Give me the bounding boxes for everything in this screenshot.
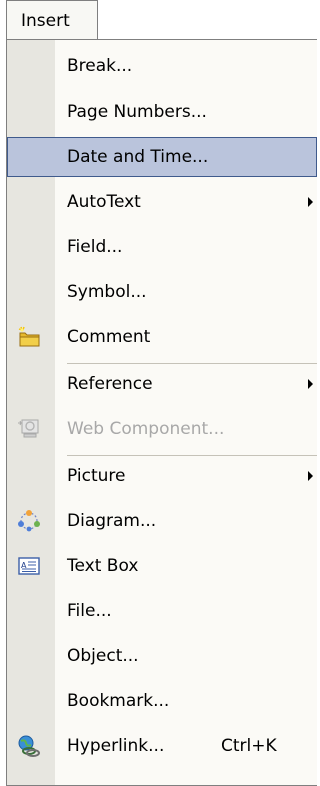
menu-item-text-box[interactable]: A Text Box	[7, 546, 317, 586]
hyperlink-icon	[17, 734, 41, 758]
menu-item-label: Break...	[67, 56, 133, 76]
menu-item-shortcut: Ctrl+K	[221, 736, 277, 756]
menu-tab-insert[interactable]: Insert	[6, 0, 98, 40]
menu-item-label: Symbol...	[67, 282, 147, 302]
menu-item-hyperlink[interactable]: Hyperlink... Ctrl+K	[7, 726, 317, 766]
web-component-icon	[17, 417, 41, 441]
menu-item-break[interactable]: Break...	[7, 46, 317, 86]
menu-item-label: Diagram...	[67, 511, 157, 531]
menu-item-page-numbers[interactable]: Page Numbers...	[7, 92, 317, 132]
menu-item-field[interactable]: Field...	[7, 227, 317, 267]
menu-item-label: Text Box	[67, 556, 139, 576]
menu-item-diagram[interactable]: Diagram...	[7, 501, 317, 541]
menu-item-symbol[interactable]: Symbol...	[7, 272, 317, 312]
menu-item-autotext[interactable]: AutoText	[7, 182, 317, 222]
menu-item-label: File...	[67, 601, 112, 621]
menu-item-label: Object...	[67, 646, 139, 666]
menu-item-label: Reference	[67, 374, 153, 394]
menu-item-bookmark[interactable]: Bookmark...	[7, 681, 317, 721]
menu-item-reference[interactable]: Reference	[7, 364, 317, 404]
menu-item-label: Date and Time...	[67, 147, 209, 167]
menu-item-label: AutoText	[67, 192, 141, 212]
menu-item-picture[interactable]: Picture	[7, 456, 317, 496]
menu-item-label: Hyperlink...	[67, 736, 165, 756]
menu-item-label: Comment	[67, 327, 151, 347]
menu-item-comment[interactable]: Comment	[7, 317, 317, 357]
menu-item-file[interactable]: File...	[7, 591, 317, 631]
insert-dropdown-menu: Break... Page Numbers... Date and Time..…	[6, 39, 317, 786]
menu-item-label: Web Component...	[67, 419, 225, 439]
menu-item-label: Bookmark...	[67, 691, 170, 711]
submenu-arrow-icon	[308, 197, 313, 207]
submenu-arrow-icon	[308, 471, 313, 481]
menu-item-label: Picture	[67, 466, 126, 486]
menu-item-label: Field...	[67, 237, 123, 257]
menu-item-date-and-time[interactable]: Date and Time...	[7, 137, 317, 177]
text-box-icon: A	[17, 554, 41, 578]
comment-icon	[17, 325, 41, 349]
menu-tab-label: Insert	[21, 11, 70, 31]
menu-item-web-component: Web Component...	[7, 409, 317, 449]
diagram-icon	[17, 509, 41, 533]
submenu-arrow-icon	[308, 379, 313, 389]
menu-item-object[interactable]: Object...	[7, 636, 317, 676]
menu-item-label: Page Numbers...	[67, 102, 207, 122]
